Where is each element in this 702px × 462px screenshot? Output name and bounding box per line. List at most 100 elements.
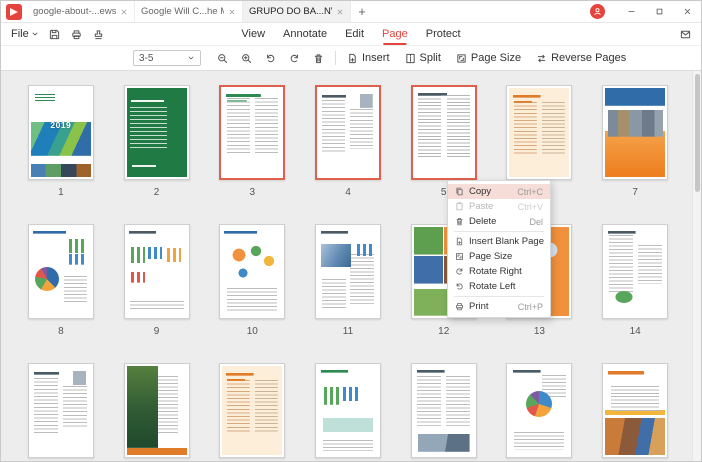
page-cell: 17 [204, 363, 300, 461]
page-thumbnail-11[interactable] [314, 224, 381, 319]
page-number: 9 [153, 326, 160, 337]
page-art: 2019 [30, 88, 91, 177]
user-avatar[interactable] [590, 4, 605, 19]
vertical-scrollbar[interactable] [692, 71, 701, 461]
page-thumbnail-1[interactable]: 2019 [27, 85, 94, 180]
file-menu-button[interactable]: File [11, 28, 39, 40]
insert-page-icon [347, 53, 358, 64]
page-cell: 20 [492, 363, 588, 461]
document-tab-1[interactable]: google-about-...ews-AI-Mode * [27, 1, 135, 22]
insert-button[interactable]: Insert [347, 52, 390, 64]
maximize-button[interactable] [645, 1, 673, 22]
page-thumbnail-2[interactable] [123, 85, 190, 180]
page-cell: 21 [587, 363, 683, 461]
page-art [30, 227, 91, 316]
page-thumbnail-16[interactable] [123, 363, 190, 458]
page-number: 3 [249, 187, 256, 198]
minimize-icon [627, 7, 636, 16]
menu-item-label: Rotate Right [469, 266, 522, 277]
page-art [223, 89, 282, 176]
menu-item-label: Rotate Left [469, 281, 516, 292]
context-menu-item-insert-blank-page[interactable]: Insert Blank Page [448, 234, 550, 249]
tab-close-icon[interactable] [336, 8, 344, 16]
zoom-out-icon [217, 53, 228, 64]
page-art [605, 227, 666, 316]
menu-page[interactable]: Page [382, 26, 408, 45]
file-menu-label: File [11, 28, 29, 40]
page-thumbnail-18[interactable] [314, 363, 381, 458]
button-label: Page Size [470, 52, 522, 64]
page-number: 10 [246, 326, 258, 337]
save-icon [49, 29, 60, 40]
page-thumbnail-19[interactable] [410, 363, 477, 458]
page-thumbnail-20[interactable] [506, 363, 573, 458]
save-button[interactable] [49, 29, 60, 40]
page-thumbnail-4[interactable] [314, 85, 381, 180]
zoom-out-button[interactable] [217, 53, 228, 64]
page-thumbnail-3[interactable] [219, 85, 286, 180]
page-art [317, 366, 378, 455]
menu-protect[interactable]: Protect [426, 26, 461, 42]
split-button[interactable]: Split [405, 52, 441, 64]
page-thumbnail-10[interactable] [219, 224, 286, 319]
menu-view[interactable]: View [241, 26, 265, 42]
paste-icon [455, 202, 464, 211]
context-menu-item-rotate-left[interactable]: Rotate Left [448, 279, 550, 294]
stamp-button[interactable] [93, 29, 104, 40]
trash-button[interactable] [313, 53, 324, 64]
tab-close-icon[interactable] [228, 8, 236, 16]
reverse-pages-button[interactable]: Reverse Pages [536, 52, 626, 64]
print-icon [71, 29, 82, 40]
chevron-down-icon [187, 54, 195, 62]
zoom-in-icon [241, 53, 252, 64]
menu-annotate[interactable]: Annotate [283, 26, 327, 42]
page-thumbnail-15[interactable] [27, 363, 94, 458]
context-menu-item-print[interactable]: Print Ctrl+P [448, 299, 550, 314]
minimize-button[interactable] [617, 1, 645, 22]
tab-label: GRUPO DO BA...NVOLVIMENTO [249, 6, 332, 17]
new-tab-button[interactable]: + [351, 1, 373, 22]
page-cell: 9 [109, 224, 205, 363]
page-thumbnail-17[interactable] [219, 363, 286, 458]
page-thumbnail-8[interactable] [27, 224, 94, 319]
page-thumbnail-6[interactable] [506, 85, 573, 180]
page-grid: 2019123456789101112131415161718192021 [13, 85, 683, 461]
context-menu-item-page-size[interactable]: Page Size [448, 249, 550, 264]
quick-access-toolbar [49, 29, 104, 40]
zoom-in-button[interactable] [241, 53, 252, 64]
page-thumbnail-21[interactable] [602, 363, 669, 458]
context-menu-item-rotate-right[interactable]: Rotate Right [448, 264, 550, 279]
page-size-button[interactable]: Page Size [456, 52, 521, 64]
menu-item-label: Insert Blank Page [469, 236, 544, 247]
page-art [126, 366, 187, 455]
person-icon [593, 7, 602, 16]
page-cell: 11 [300, 224, 396, 363]
document-tab-2[interactable]: Google Will C...he March Core [135, 1, 243, 22]
context-menu-item-copy[interactable]: Copy Ctrl+C [448, 184, 550, 199]
print-button[interactable] [71, 29, 82, 40]
mail-icon [680, 29, 691, 40]
page-thumbnail-5[interactable] [410, 85, 477, 180]
trash-icon [455, 217, 464, 226]
context-menu-item-delete[interactable]: Delete Del [448, 214, 550, 229]
feedback-button[interactable] [680, 29, 691, 40]
rotate-left-button[interactable] [265, 53, 276, 64]
page-thumbnail-14[interactable] [602, 224, 669, 319]
page-cell: 4 [300, 85, 396, 224]
rotate-right-button[interactable] [289, 53, 300, 64]
document-tab-3[interactable]: GRUPO DO BA...NVOLVIMENTO [243, 1, 351, 22]
trash-icon [313, 53, 324, 64]
page-number: 5 [440, 187, 447, 198]
page-thumbnail-7[interactable] [602, 85, 669, 180]
menu-separator [454, 296, 544, 297]
menu-strip: View Annotate Edit Page Protect [241, 26, 461, 45]
reverse-pages-icon [536, 53, 547, 64]
close-button[interactable] [673, 1, 701, 22]
menu-edit[interactable]: Edit [345, 26, 364, 42]
tab-close-icon[interactable] [120, 8, 128, 16]
page-range-select[interactable]: 3-5 [133, 50, 201, 66]
page-cell: 16 [109, 363, 205, 461]
app-window: google-about-...ews-AI-Mode * Google Will… [0, 0, 702, 462]
page-thumbnail-9[interactable] [123, 224, 190, 319]
scrollbar-thumb[interactable] [694, 74, 700, 192]
